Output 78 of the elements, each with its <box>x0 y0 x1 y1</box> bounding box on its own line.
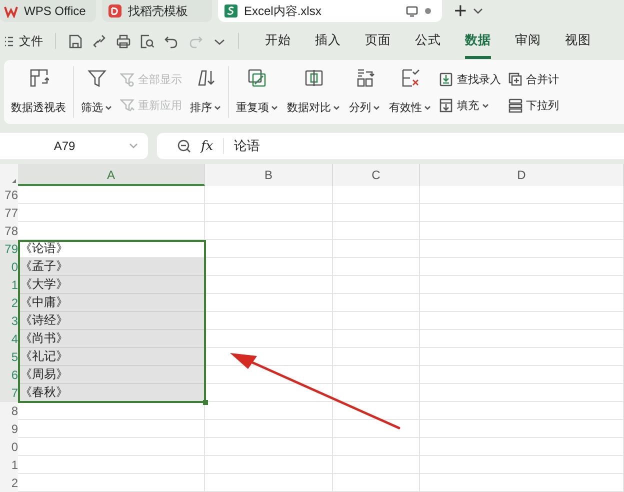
row-header[interactable]: 78 <box>0 222 18 240</box>
caret-icon[interactable] <box>214 105 221 110</box>
ribbon-button[interactable]: 填充 <box>439 98 501 112</box>
ribbon-button[interactable]: 排序 <box>189 60 222 124</box>
ribbon-tab[interactable]: 视图 <box>565 24 591 58</box>
name-box[interactable]: A79 <box>0 133 148 159</box>
caret-icon[interactable] <box>373 105 380 110</box>
table-cell: 《诗经》 <box>18 312 205 330</box>
formula-value: 论语 <box>234 137 260 155</box>
monitor-icon[interactable] <box>406 6 418 16</box>
sort-icon[interactable] <box>196 68 216 88</box>
column-header[interactable]: C <box>333 164 420 186</box>
formula-field[interactable]: fx 论语 <box>157 133 624 159</box>
row-header[interactable]: 77 <box>0 204 18 222</box>
zoom-out-icon[interactable] <box>177 139 191 153</box>
caret-icon[interactable] <box>271 105 278 110</box>
fill-handle[interactable] <box>203 400 208 405</box>
row-header[interactable]: 0 <box>0 438 18 456</box>
table-cell: 《中庸》 <box>18 294 205 312</box>
function-button[interactable]: fx <box>201 138 214 154</box>
ribbon-button[interactable]: 有效性 <box>388 60 432 124</box>
consolidate-icon[interactable] <box>508 72 523 86</box>
ribbon-button[interactable]: 筛选 <box>80 60 113 124</box>
ribbon-button[interactable]: 数据对比 <box>286 60 341 124</box>
table-cell: 《尚书》 <box>18 330 205 348</box>
menu-icon[interactable] <box>4 36 14 46</box>
column-header[interactable]: D <box>420 164 624 186</box>
ribbon-button[interactable]: 分列 <box>348 60 381 124</box>
print-preview-icon[interactable] <box>140 34 155 48</box>
ribbon-tab[interactable]: 页面 <box>365 24 391 58</box>
row-header[interactable]: 9 <box>0 420 18 438</box>
row-header[interactable]: 76 <box>0 186 18 204</box>
column-header[interactable]: B <box>205 164 333 186</box>
caret-icon[interactable] <box>424 105 431 110</box>
ribbon-tab[interactable]: 插入 <box>315 24 341 58</box>
wps-logo-icon[interactable] <box>4 4 18 18</box>
link-icon[interactable] <box>92 34 107 48</box>
table-cell: 《礼记》 <box>18 348 205 366</box>
ribbon-button[interactable]: 数据透视表 <box>10 60 67 124</box>
new-tab-button[interactable]: + <box>454 1 467 21</box>
duplicate-icon[interactable] <box>247 68 267 88</box>
table-cell: 《春秋》 <box>18 384 205 402</box>
lookup-entry-icon[interactable] <box>439 72 454 86</box>
caret-icon[interactable] <box>482 102 489 108</box>
print-icon[interactable] <box>116 34 131 48</box>
save-icon[interactable] <box>68 34 83 48</box>
validation-icon[interactable] <box>400 68 420 88</box>
ribbon-button[interactable]: 重复项 <box>235 60 279 124</box>
document-tab[interactable]: 找稻壳模板 <box>102 0 212 22</box>
table-cell: 《周易》 <box>18 366 205 384</box>
dot-icon[interactable] <box>424 7 432 15</box>
fill-icon[interactable] <box>439 98 454 112</box>
ribbon-button[interactable]: 查找录入 <box>439 72 501 86</box>
ribbon-button[interactable]: 合并计 <box>508 72 559 86</box>
row-header[interactable]: 8 <box>0 402 18 420</box>
split-column-icon[interactable] <box>354 68 374 88</box>
ribbon-button[interactable]: 下拉列 <box>508 98 559 112</box>
docer-logo-icon[interactable] <box>108 4 122 18</box>
sheet-file-icon[interactable] <box>224 4 238 18</box>
pivot-table-icon[interactable] <box>28 68 48 88</box>
column-header[interactable]: A <box>18 164 205 186</box>
row-header[interactable]: 1 <box>0 456 18 474</box>
document-tab[interactable]: WPS Office <box>0 0 96 22</box>
ribbon-tab[interactable]: 审阅 <box>515 24 541 58</box>
caret-icon[interactable] <box>472 7 483 15</box>
document-tab[interactable]: Excel内容.xlsx <box>218 0 442 22</box>
undo-icon[interactable] <box>164 34 179 48</box>
table-cell: 《大学》 <box>18 276 205 294</box>
ribbon-tab[interactable]: 开始 <box>265 24 291 58</box>
ribbon-tab[interactable]: 公式 <box>415 24 441 58</box>
row-header[interactable]: 2 <box>0 474 18 492</box>
caret-icon[interactable] <box>105 105 112 110</box>
filter-icon[interactable] <box>86 68 106 88</box>
dropdown-list-icon[interactable] <box>508 98 523 112</box>
compare-icon[interactable] <box>304 68 324 88</box>
caret-icon[interactable] <box>333 105 340 110</box>
file-menu[interactable]: 文件 <box>4 32 43 50</box>
table-cell: 《孟子》 <box>18 258 205 276</box>
